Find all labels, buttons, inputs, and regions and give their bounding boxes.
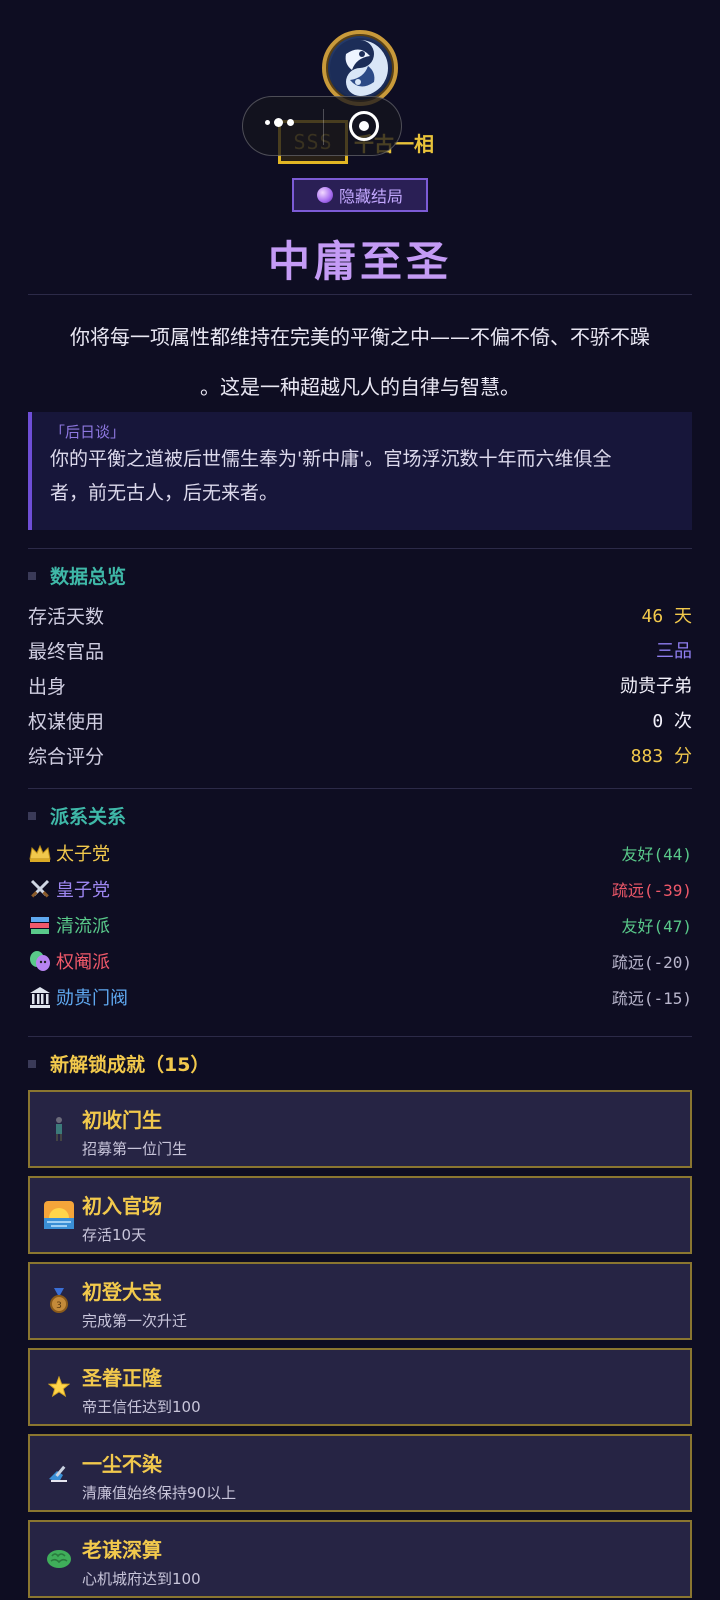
divider <box>28 548 692 549</box>
achievement-desc: 帝王信任达到100 <box>82 1398 201 1416</box>
faction-relation: 疏远(-39) <box>611 881 692 900</box>
stat-value: 勋贵子弟 <box>620 676 692 697</box>
achievement-title: 初收门生 <box>82 1108 162 1132</box>
hidden-ending-label: 隐藏结局 <box>338 187 403 206</box>
epilogue-line-1: 你的平衡之道被后世儒生奉为'新中庸'。官场浮沉数十年而六维俱全 <box>50 448 612 470</box>
ending-description: 你将每一项属性都维持在完美的平衡之中——不偏不倚、不骄不躁 。这是一种超越凡人的… <box>28 312 692 412</box>
achievement-title: 一尘不染 <box>82 1452 162 1476</box>
stat-row: 权谋使用 0 次 <box>28 703 692 737</box>
achievement-title: 老谋深算 <box>82 1538 162 1562</box>
sunrise-icon <box>42 1198 76 1232</box>
mini-program-capsule <box>242 96 402 156</box>
achievement-card[interactable]: 老谋深算心机城府达到100 <box>28 1520 692 1598</box>
faction-relation: 友好(47) <box>621 917 692 936</box>
divider <box>28 788 692 789</box>
stat-row: 存活天数 46 天 <box>28 598 692 632</box>
description-line-1: 你将每一项属性都维持在完美的平衡之中——不偏不倚、不骄不躁 <box>70 325 650 349</box>
stat-row: 最终官品 三品 <box>28 633 692 667</box>
achievement-card[interactable]: 一尘不染清廉值始终保持90以上 <box>28 1434 692 1512</box>
faction-row: 太子党 友好(44) <box>28 836 692 870</box>
faction-info: 太子党 <box>28 840 110 866</box>
faction-name: 清流派 <box>56 916 110 937</box>
epilogue-line-2: 者，前无古人，后无来者。 <box>50 482 279 504</box>
faction-relation: 友好(44) <box>621 845 692 864</box>
stat-row: 综合评分 883 分 <box>28 738 692 772</box>
books-icon <box>28 913 52 937</box>
student-icon <box>42 1112 76 1146</box>
achievement-desc: 完成第一次升迁 <box>82 1312 188 1330</box>
crystal-ball-icon <box>316 187 333 203</box>
description-line-2: 。这是一种超越凡人的自律与智慧。 <box>200 375 520 399</box>
faction-info: 权阉派 <box>28 948 110 974</box>
theater-masks-icon <box>28 949 52 973</box>
epilogue-label: 「后日谈」 <box>50 423 126 441</box>
divider <box>28 294 692 295</box>
stat-value: 46 天 <box>641 606 692 627</box>
crossed-swords-icon <box>28 877 52 901</box>
ending-screen: SSS 千古一相 隐藏结局 中庸至圣 你将每一项属性都维持在完美的平衡之中——不… <box>0 0 720 1600</box>
svg-text:3: 3 <box>56 1301 62 1311</box>
broom-icon <box>42 1456 76 1490</box>
achievements-title: 新解锁成就（15） <box>50 1054 210 1076</box>
achievement-title: 初入官场 <box>82 1194 162 1218</box>
achievement-title: 初登大宝 <box>82 1280 162 1304</box>
faction-info: 皇子党 <box>28 876 110 902</box>
stat-value: 883 分 <box>630 746 692 767</box>
achievement-desc: 心机城府达到100 <box>82 1570 201 1588</box>
faction-name: 勋贵门阀 <box>56 988 128 1009</box>
achievement-card[interactable]: 初收门生招募第一位门生 <box>28 1090 692 1168</box>
achievement-desc: 招募第一位门生 <box>82 1140 188 1158</box>
achievement-card[interactable]: 初入官场存活10天 <box>28 1176 692 1254</box>
faction-row: 清流派 友好(47) <box>28 908 692 942</box>
star-icon <box>42 1370 76 1404</box>
factions-section-header: 派系关系 <box>28 802 126 829</box>
stat-label: 权谋使用 <box>28 710 105 733</box>
achievement-title: 圣眷正隆 <box>82 1366 162 1390</box>
achievement-card[interactable]: 3 初登大宝完成第一次升迁 <box>28 1262 692 1340</box>
ending-title: 中庸至圣 <box>267 237 452 286</box>
yin-yang-fish-emblem-icon <box>322 30 398 106</box>
stat-label: 最终官品 <box>28 640 105 663</box>
faction-relation: 疏远(-15) <box>611 989 692 1008</box>
stat-label: 综合评分 <box>28 745 105 768</box>
section-bullet <box>28 811 36 820</box>
overview-title: 数据总览 <box>50 566 127 588</box>
achievements-section-header: 新解锁成就（15） <box>28 1050 209 1077</box>
brain-icon <box>42 1542 76 1576</box>
hidden-ending-tag: 隐藏结局 <box>292 178 428 212</box>
faction-info: 勋贵门阀 <box>28 984 128 1010</box>
crown-icon <box>28 841 52 865</box>
faction-relation: 疏远(-20) <box>611 953 692 972</box>
faction-name: 皇子党 <box>56 880 110 901</box>
capsule-divider <box>323 109 324 145</box>
divider <box>28 1036 692 1037</box>
classical-building-icon <box>28 985 52 1009</box>
faction-row: 皇子党 疏远(-39) <box>28 872 692 906</box>
medal-icon: 3 <box>42 1284 76 1318</box>
stat-label: 存活天数 <box>28 605 105 628</box>
stat-value: 0 次 <box>652 711 692 732</box>
section-bullet <box>28 571 36 580</box>
close-circle-icon[interactable] <box>349 111 379 141</box>
stat-row: 出身 勋贵子弟 <box>28 668 692 702</box>
faction-row: 勋贵门阀 疏远(-15) <box>28 980 692 1014</box>
achievement-desc: 清廉值始终保持90以上 <box>82 1484 237 1502</box>
faction-name: 权阉派 <box>56 952 110 973</box>
stat-label: 出身 <box>28 675 67 698</box>
section-bullet <box>28 1059 36 1068</box>
factions-title: 派系关系 <box>50 806 127 828</box>
epilogue-box: 「后日谈」 你的平衡之道被后世儒生奉为'新中庸'。官场浮沉数十年而六维俱全 者，… <box>28 412 692 530</box>
faction-row: 权阉派 疏远(-20) <box>28 944 692 978</box>
achievement-card[interactable]: 圣眷正隆帝王信任达到100 <box>28 1348 692 1426</box>
more-menu-icon[interactable] <box>265 118 294 127</box>
stat-value: 三品 <box>656 641 692 662</box>
overview-section-header: 数据总览 <box>28 562 126 589</box>
achievement-desc: 存活10天 <box>82 1226 147 1244</box>
faction-info: 清流派 <box>28 912 110 938</box>
faction-name: 太子党 <box>56 844 110 865</box>
